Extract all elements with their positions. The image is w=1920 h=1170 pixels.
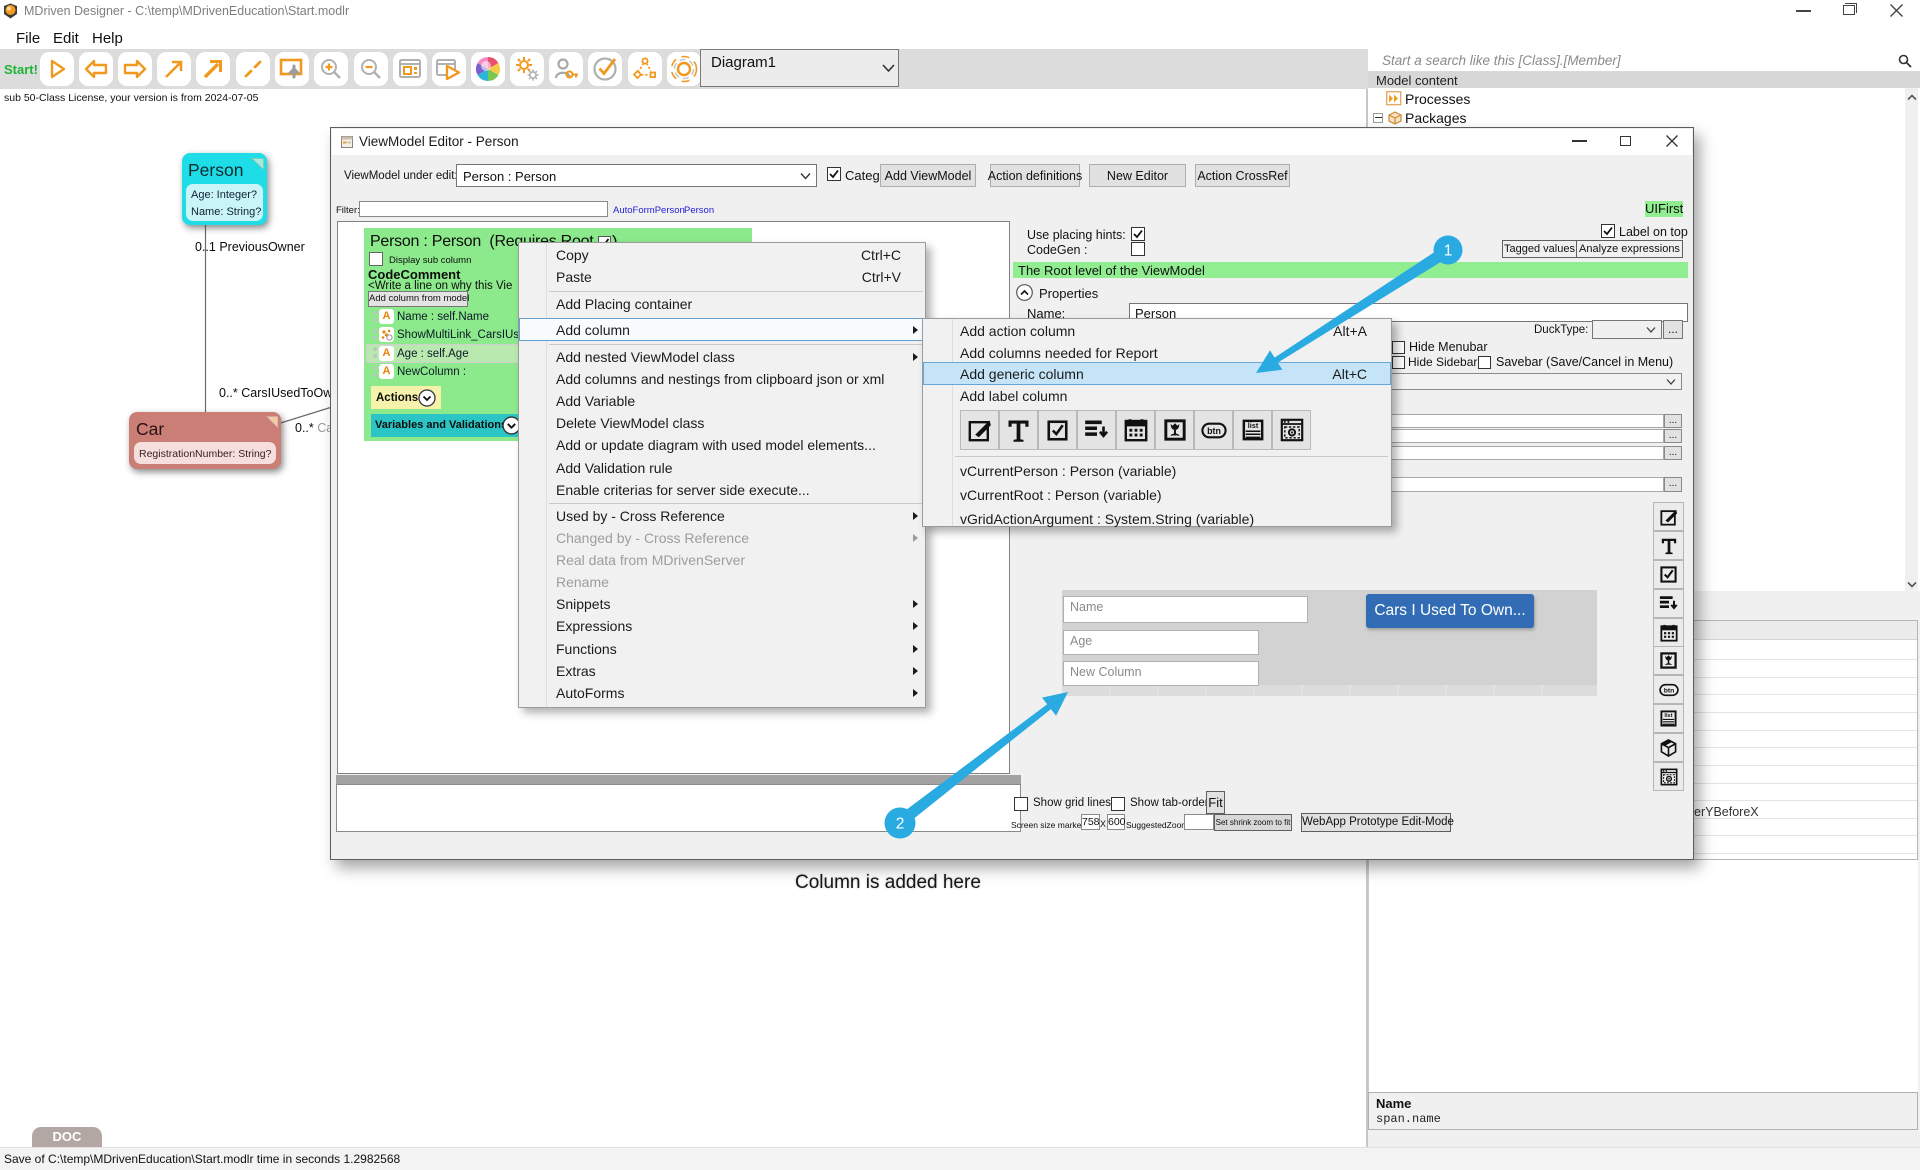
svg-text:1: 1	[1444, 243, 1453, 260]
svg-text:2: 2	[896, 816, 905, 833]
